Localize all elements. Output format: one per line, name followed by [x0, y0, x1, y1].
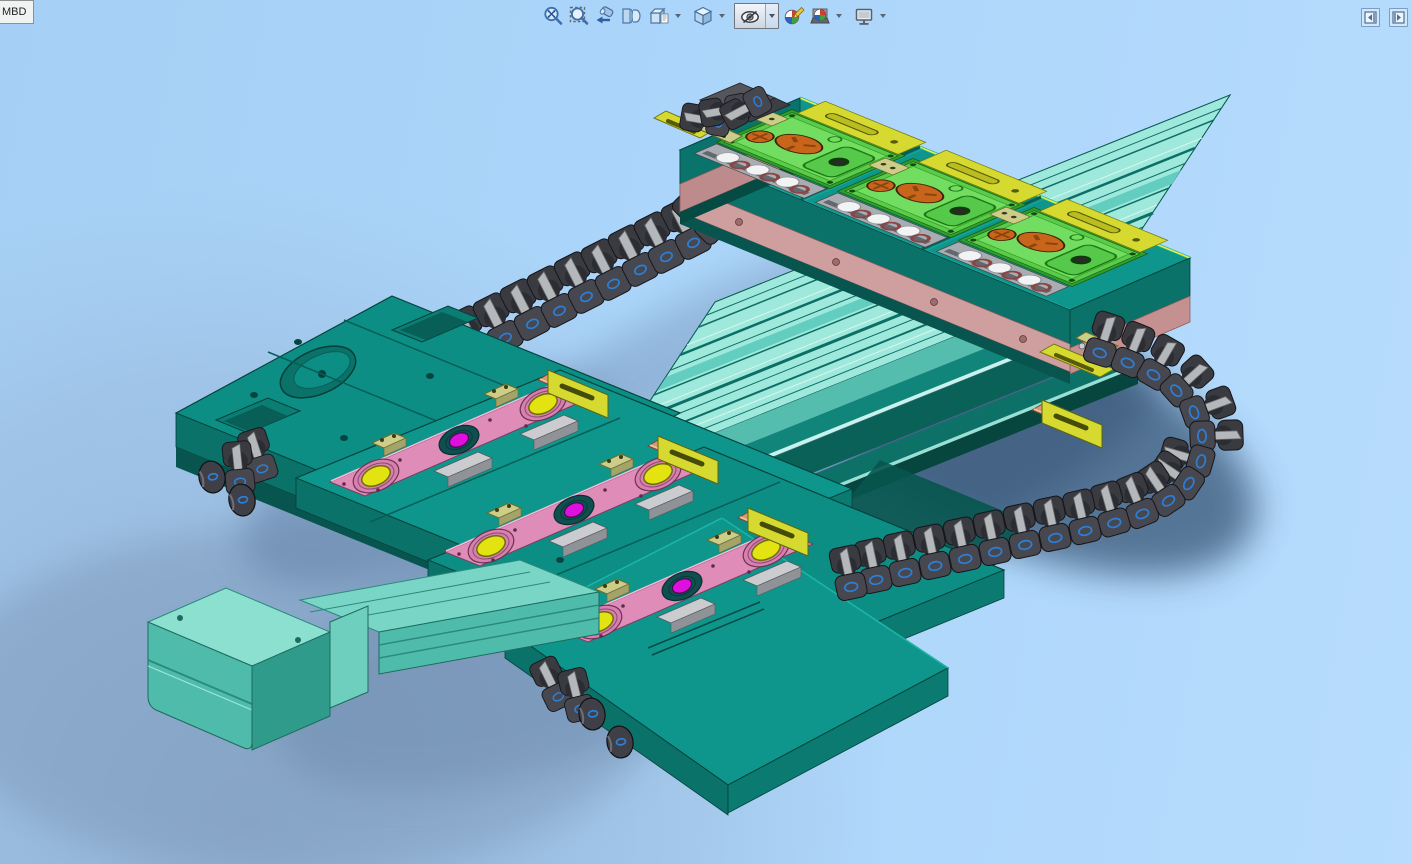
view-orientation-button[interactable] [690, 3, 716, 29]
zoom-to-fit-icon [542, 5, 564, 27]
heads-up-view-toolbar [540, 3, 888, 29]
previous-view-icon [594, 5, 616, 27]
tab-mbd-label: MBD [2, 6, 26, 18]
view-settings-button[interactable] [851, 3, 877, 29]
apply-scene-button[interactable] [807, 3, 833, 29]
hide-show-items-icon [739, 6, 761, 28]
zoom-to-area-icon [568, 5, 590, 27]
previous-view-button[interactable] [592, 3, 618, 29]
section-view-button[interactable] [618, 3, 644, 29]
view-settings-icon [853, 5, 875, 27]
collapse-left-pane-button[interactable] [1361, 8, 1380, 27]
apply-scene-icon [809, 5, 831, 27]
collapse-right-pane-button[interactable] [1389, 8, 1408, 27]
collapse-right-pane-icon [1392, 11, 1405, 24]
zoom-to-area-button[interactable] [566, 3, 592, 29]
section-view-icon [620, 5, 642, 27]
zoom-to-fit-button[interactable] [540, 3, 566, 29]
view-orientation-dropdown[interactable] [716, 3, 727, 29]
view-orientation-icon [692, 5, 714, 27]
hide-show-items-button[interactable] [734, 3, 779, 29]
viewport-3d[interactable] [0, 0, 1412, 864]
view-settings-dropdown[interactable] [877, 3, 888, 29]
hide-show-items-dropdown[interactable] [765, 4, 778, 28]
3d-drawing-view-button[interactable] [646, 3, 672, 29]
edit-appearance-icon [783, 5, 805, 27]
cad-application-window: { "tabs": { "mbd": "MBD" }, "toolbar": {… [0, 0, 1412, 864]
3d-drawing-view-icon [648, 5, 670, 27]
tab-mbd[interactable]: MBD [0, 0, 34, 24]
3d-drawing-view-dropdown[interactable] [672, 3, 683, 29]
collapse-left-pane-icon [1364, 11, 1377, 24]
edit-appearance-button[interactable] [781, 3, 807, 29]
apply-scene-dropdown[interactable] [833, 3, 844, 29]
pane-toggles [1361, 8, 1408, 27]
